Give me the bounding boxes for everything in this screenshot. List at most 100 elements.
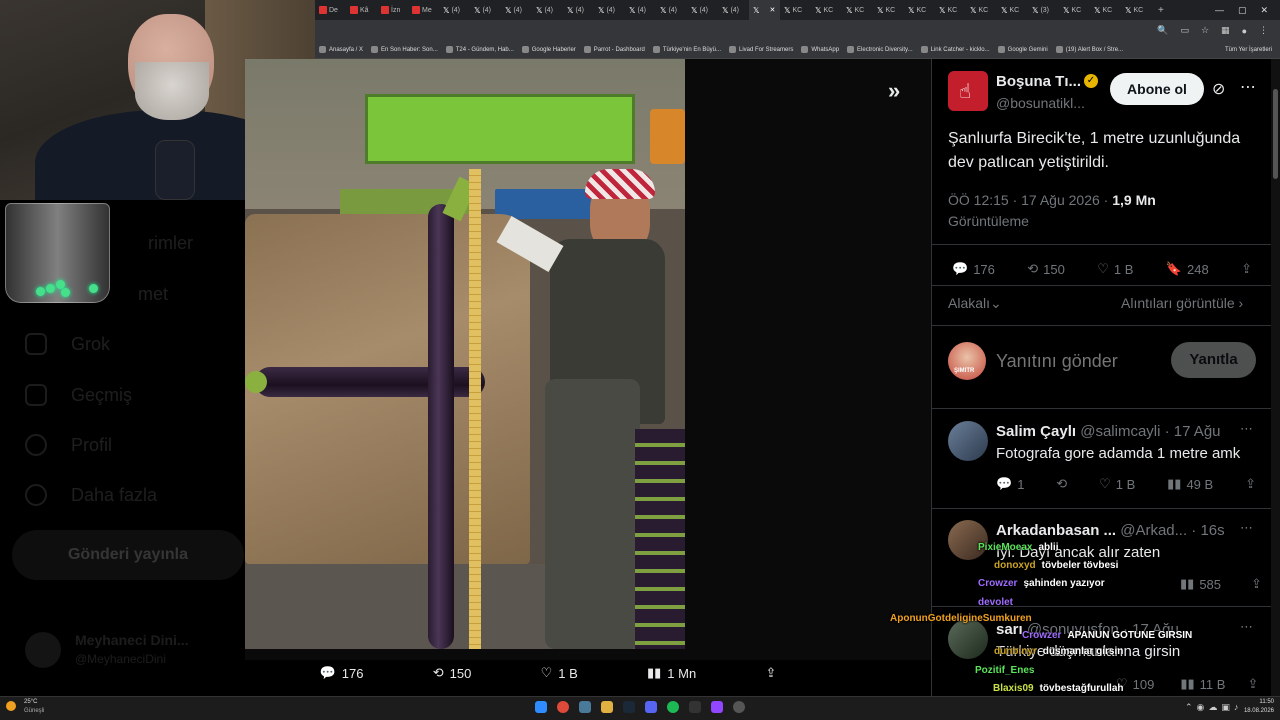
reply-author-handle[interactable]: @salimcayli · 17 Ağu [1080,423,1220,440]
bookmark-item[interactable]: Livad For Streamers [729,46,793,53]
sort-dropdown[interactable]: Alakalı⌄ [948,295,1002,312]
account-switcher[interactable]: Meyhaneci Dini... @MeyhaneciDini [25,630,245,670]
like-button[interactable]: ♡ 1 B [1099,476,1135,492]
browser-tab[interactable]: 𝕏 KC [904,0,935,20]
reply-author-handle[interactable]: @Arkad... · 16s [1120,522,1224,539]
browser-tab[interactable]: 𝕏 (4) [532,0,563,20]
browser-tab[interactable]: 𝕏 (4) [625,0,656,20]
sidebar-item-history[interactable]: Geçmiş [25,384,132,406]
weather-temp[interactable]: 25°C [24,699,37,705]
all-bookmarks-button[interactable]: Tüm Yer İşaretleri [1225,47,1280,53]
follow-button[interactable]: Abone ol [1110,73,1204,105]
app-icon[interactable] [689,701,701,713]
bookmark-item[interactable]: En Son Haber: Son... [371,46,438,53]
reply-button[interactable]: 💬 176 [952,261,995,277]
browser-tab[interactable]: Me [408,0,439,20]
terminal-icon[interactable] [579,701,591,713]
browser-tab[interactable]: 𝕏 KC [1121,0,1152,20]
reply-author-name[interactable]: Salim Çaylı [996,423,1076,440]
browser-tab[interactable]: 𝕏 KC [966,0,997,20]
cast-icon[interactable]: ▭ [1180,25,1189,36]
profile-icon[interactable]: ● [1242,26,1247,36]
avatar[interactable] [948,421,988,461]
views-button[interactable]: ▮▮ 585 [1180,576,1221,592]
scrollbar[interactable] [1271,59,1280,696]
browser-tab[interactable]: 𝕏 KC [997,0,1028,20]
view-quotes-link[interactable]: Alıntıları görüntüle › [1121,295,1243,311]
app-icon[interactable] [733,701,745,713]
author-handle[interactable]: @bosunatikl... [996,95,1085,111]
system-tray-icons[interactable]: ⌃◉☁▣♪ [1185,702,1242,713]
share-button[interactable]: ⇪ [1245,476,1256,492]
bookmark-item[interactable]: Electronic Diversity... [847,46,913,53]
expand-panel-icon[interactable]: » [888,78,912,103]
close-icon[interactable]: ✕ [1260,5,1268,16]
more-options-icon[interactable]: ⋯ [1240,77,1256,97]
bookmark-item[interactable]: Link Catcher - kicklo... [920,46,990,53]
browser-tab[interactable]: 𝕏 (4) [470,0,501,20]
chrome-icon[interactable] [557,701,569,713]
author-avatar[interactable]: ☝ [948,71,988,111]
browser-tab[interactable]: 𝕏 KC [811,0,842,20]
discord-icon[interactable] [645,701,657,713]
post-button[interactable]: Gönderi yayınla [12,530,244,580]
app-icon[interactable] [711,701,723,713]
views-button[interactable]: ▮▮ 1 Mn [647,665,696,681]
bookmark-item[interactable]: Parrot - Dashboard [583,46,645,53]
browser-tab[interactable]: 𝕏 KC [780,0,811,20]
bookmark-item[interactable]: Türkiye'nin En Büyü... [652,46,721,53]
reply-author-name[interactable]: Arkadanbasan ... [996,522,1116,539]
share-button[interactable]: ⇪ [1247,676,1258,692]
browser-tab[interactable]: 𝕏 (4) [439,0,470,20]
bookmark-item[interactable]: Google Haberler [521,46,576,53]
share-button[interactable]: ⇪ [1251,576,1262,592]
reply-button[interactable]: 💬 1 [996,476,1024,492]
browser-tab[interactable]: De [315,0,346,20]
bookmark-item[interactable]: Google Gemini [997,46,1048,53]
browser-tab[interactable]: Kâ [346,0,377,20]
menu-icon[interactable]: ⋮ [1259,25,1268,36]
browser-tab[interactable]: 𝕏 (4) [501,0,532,20]
bookmark-button[interactable]: 🔖 248 [1166,261,1209,277]
views-button[interactable]: ▮▮ 11 B [1180,676,1225,692]
close-tab-icon[interactable]: ✕ [769,6,775,14]
share-button[interactable]: ⇪ [765,665,776,681]
bookmark-item[interactable]: WhatsApp [801,46,839,53]
reply-input[interactable] [996,347,1166,375]
steam-icon[interactable] [623,701,635,713]
sidebar-item-more[interactable]: Daha fazla [25,484,157,506]
clock-date[interactable]: 18.08.2026 [1236,708,1274,714]
browser-tab[interactable]: 𝕏 KC [935,0,966,20]
browser-tab[interactable]: 𝕏 (4) [687,0,718,20]
star-icon[interactable]: ☆ [1201,25,1209,36]
retweet-button[interactable]: ⟲ [1056,476,1067,492]
share-button[interactable]: ⇪ [1241,261,1252,277]
like-button[interactable]: ♡ 1 B [1097,261,1133,277]
bookmark-item[interactable]: (19) Alert Box / Stre... [1055,46,1123,53]
more-options-icon[interactable]: ⋯ [1240,520,1253,536]
folder-icon[interactable] [601,701,613,713]
avatar[interactable] [948,619,988,659]
extensions-icon[interactable]: ▦ [1221,25,1230,36]
retweet-button[interactable]: ⟲ 150 [1027,261,1065,277]
scrollbar-thumb[interactable] [1273,89,1278,179]
bookmark-item[interactable]: Anasayfa / X [319,46,363,53]
tweet-photo[interactable] [245,59,685,649]
avatar[interactable] [948,520,988,560]
browser-tab[interactable]: 𝕏 (4) [656,0,687,20]
like-button[interactable]: ♡ 1 B [541,665,578,681]
browser-tab[interactable]: 𝕏 KC [873,0,904,20]
browser-tab[interactable]: İzn [377,0,408,20]
spotify-icon[interactable] [667,701,679,713]
new-tab-button[interactable]: + [1158,5,1164,16]
browser-tab[interactable]: 𝕏 (3) [1028,0,1059,20]
start-icon[interactable] [535,701,547,713]
zoom-icon[interactable]: 🔍 [1157,25,1168,36]
weather-desc[interactable]: Güneşli [24,708,44,714]
reply-button[interactable]: 💬 176 [320,665,364,681]
browser-tab[interactable]: 𝕏 KC [1059,0,1090,20]
browser-tab[interactable]: 𝕏 ✕ [749,0,780,20]
browser-tab[interactable]: 𝕏 KC [842,0,873,20]
browser-tab[interactable]: 𝕏 (4) [563,0,594,20]
sidebar-item-profile[interactable]: Profil [25,434,112,456]
